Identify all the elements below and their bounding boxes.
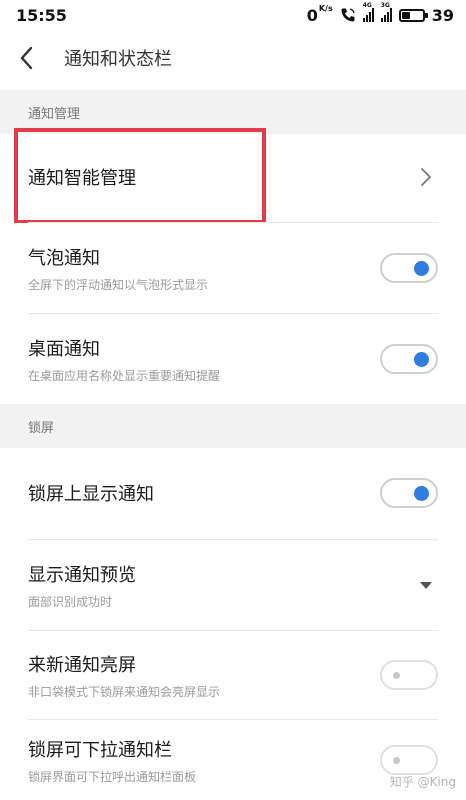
toggle-knob <box>393 757 400 764</box>
back-arrow-icon <box>20 46 33 70</box>
network-speed-unit: K/s <box>318 3 333 13</box>
row-title: 来新通知亮屏 <box>28 654 136 676</box>
row-notification-preview[interactable]: 显示通知预览 面部识别成功时 <box>0 540 466 630</box>
row-title: 显示通知预览 <box>28 564 136 586</box>
signal-sim2-tag: 3G <box>380 2 390 9</box>
toggle-knob <box>414 352 429 367</box>
row-smart-management[interactable]: 通知智能管理 <box>0 134 466 220</box>
row-subtitle: 非口袋模式下锁屏来通知会亮屏显示 <box>28 684 221 699</box>
battery-level: 39 <box>431 5 454 25</box>
signal-icon: 4G <box>362 2 374 22</box>
row-bubble-notification[interactable]: 气泡通知 全屏下的浮动通知以气泡形式显示 <box>0 223 466 313</box>
network-speed: 0 K/s <box>306 3 333 25</box>
bubble-notification-toggle[interactable] <box>380 253 438 283</box>
lockscreen-pulldown-toggle[interactable] <box>380 745 438 775</box>
lockscreen-show-toggle[interactable] <box>380 478 438 508</box>
row-title: 气泡通知 <box>28 247 100 269</box>
wake-on-notification-toggle[interactable] <box>380 660 438 690</box>
row-title: 桌面通知 <box>28 338 100 360</box>
row-subtitle: 面部识别成功时 <box>28 594 113 609</box>
dropdown-caret-icon <box>414 573 438 597</box>
status-time: 15:55 <box>16 5 67 25</box>
chevron-right-icon <box>414 165 438 189</box>
signal-sim1-tag: 4G <box>362 2 372 9</box>
row-wake-on-notification[interactable]: 来新通知亮屏 非口袋模式下锁屏来通知会亮屏显示 <box>0 631 466 719</box>
row-subtitle: 锁屏界面可下拉呼出通知栏面板 <box>28 769 197 784</box>
toggle-knob <box>393 672 400 679</box>
signal-icon: 3G <box>380 2 392 22</box>
row-title: 通知智能管理 <box>28 168 136 189</box>
toggle-knob <box>414 486 429 501</box>
section-header-notification-management: 通知管理 <box>0 90 466 134</box>
battery-fill <box>401 11 410 19</box>
row-title: 锁屏可下拉通知栏 <box>28 739 172 761</box>
status-icons: 0 K/s 4G 3G 39 <box>306 2 454 25</box>
watermark: 知乎 @King <box>389 775 456 789</box>
title-bar: 通知和状态栏 <box>0 30 466 86</box>
row-subtitle: 在桌面应用名称处显示重要通知提醒 <box>28 368 221 383</box>
row-title: 锁屏上显示通知 <box>28 484 154 505</box>
section-header-lockscreen: 锁屏 <box>0 404 466 448</box>
desktop-notification-toggle[interactable] <box>380 344 438 374</box>
row-subtitle: 全屏下的浮动通知以气泡形式显示 <box>28 277 209 292</box>
battery-icon <box>398 8 428 22</box>
back-button[interactable] <box>0 30 52 86</box>
toggle-knob <box>414 261 429 276</box>
row-lockscreen-show-notification[interactable]: 锁屏上显示通知 <box>0 448 466 538</box>
network-speed-value: 0 <box>306 5 318 25</box>
status-bar: 15:55 0 K/s 4G 3G 39 <box>0 0 466 30</box>
page-title: 通知和状态栏 <box>64 49 172 70</box>
row-desktop-notification[interactable]: 桌面通知 在桌面应用名称处显示重要通知提醒 <box>0 314 466 404</box>
phone-call-icon <box>341 8 355 22</box>
